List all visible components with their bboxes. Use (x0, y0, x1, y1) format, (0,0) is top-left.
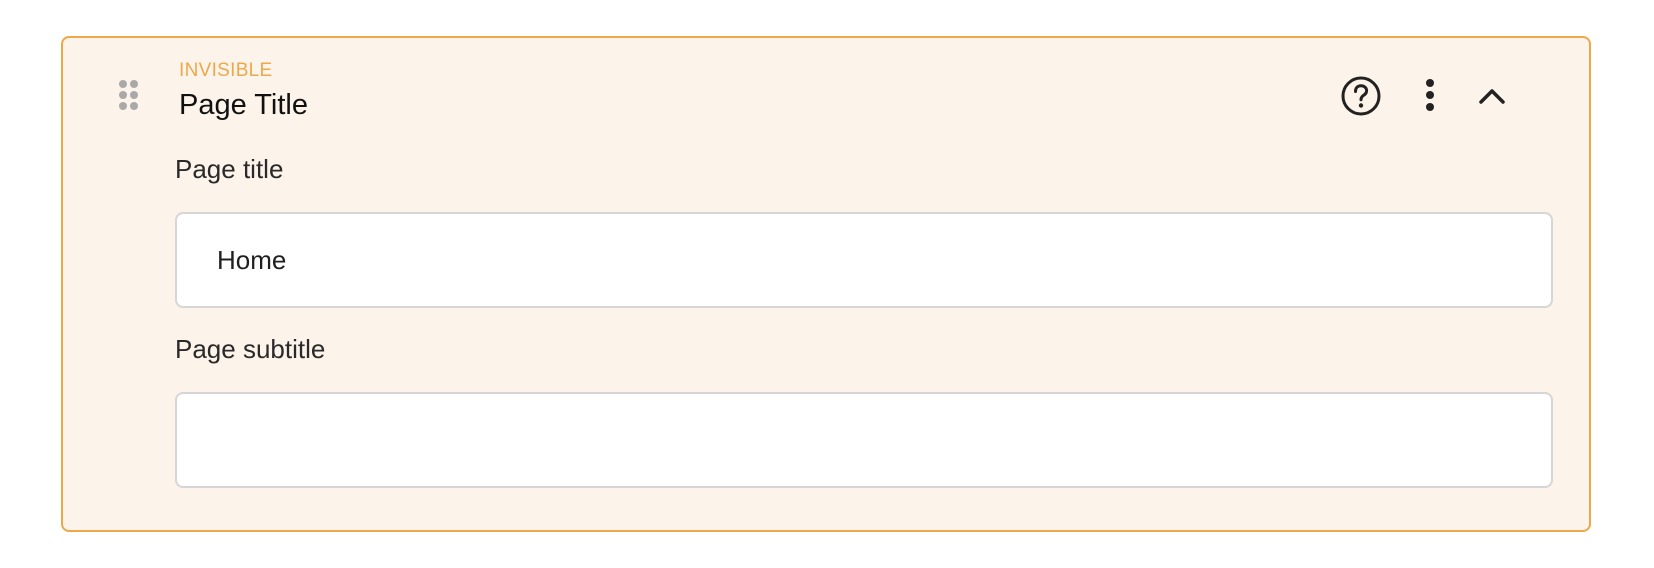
help-button[interactable] (1339, 74, 1383, 118)
page-title-input[interactable] (175, 212, 1553, 308)
drag-dot (130, 91, 138, 99)
visibility-badge: INVISIBLE (179, 60, 273, 81)
drag-dot (119, 91, 127, 99)
drag-dot (119, 102, 127, 110)
block-panel: INVISIBLE Page Title Page title Page sub… (61, 36, 1591, 532)
drag-handle-icon[interactable] (119, 80, 141, 116)
block-title: Page Title (179, 89, 308, 121)
drag-dot (130, 102, 138, 110)
vertical-dots-icon (1426, 79, 1434, 111)
more-options-button[interactable] (1408, 74, 1452, 118)
chevron-up-icon (1479, 89, 1505, 104)
drag-dot (130, 80, 138, 88)
collapse-button[interactable] (1470, 74, 1514, 118)
question-circle-icon (1341, 76, 1381, 116)
drag-dot (119, 80, 127, 88)
page-subtitle-input[interactable] (175, 392, 1553, 488)
page-title-label: Page title (175, 154, 284, 184)
page-subtitle-label: Page subtitle (175, 334, 326, 364)
